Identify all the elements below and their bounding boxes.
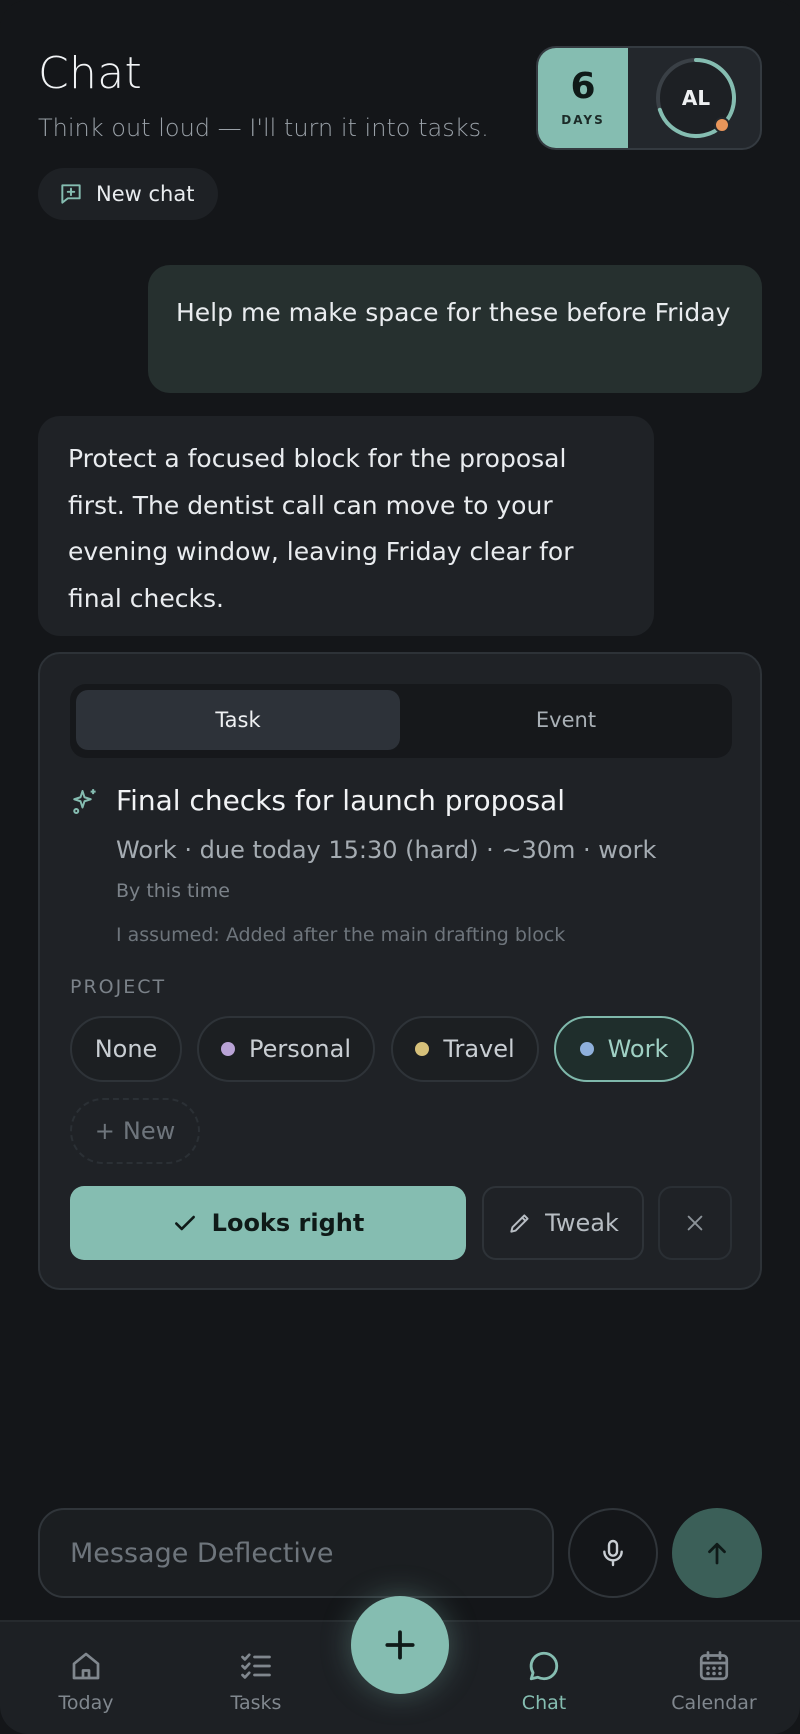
nav-chat[interactable]: Chat <box>484 1622 604 1734</box>
assumption-note: I assumed: Added after the main drafting… <box>116 924 566 946</box>
calendar-icon <box>699 1651 729 1681</box>
chat-bubble-icon <box>529 1651 559 1681</box>
project-chip-none[interactable]: None <box>70 1016 182 1082</box>
project-color-dot <box>415 1042 430 1056</box>
project-chip-label: Travel <box>443 1035 515 1063</box>
project-chip-label: None <box>94 1035 158 1063</box>
assistant-message: Protect a focused block for the proposal… <box>38 416 654 636</box>
new-chat-label: New chat <box>96 182 195 206</box>
new-project-label: New <box>122 1117 176 1145</box>
checklist-icon <box>241 1653 271 1679</box>
new-project-button[interactable]: + New <box>70 1098 200 1164</box>
avatar[interactable]: AL <box>648 50 744 146</box>
deadline-hint: By this time <box>116 880 230 902</box>
nav-label: Chat <box>521 1692 567 1714</box>
task-title: Final checks for launch proposal <box>116 784 565 817</box>
new-chat-button[interactable]: New chat <box>38 168 219 220</box>
project-chip-work[interactable]: Work <box>554 1016 694 1082</box>
pencil-icon <box>510 1214 529 1233</box>
streak-badge[interactable]: 6 DAYS <box>538 48 628 148</box>
task-proposal-card: Task Event Final checks for launch propo… <box>38 652 762 1290</box>
nav-tasks[interactable]: Tasks <box>196 1622 316 1734</box>
avatar-initials: AL <box>681 86 711 110</box>
streak-count: 6 <box>570 66 596 107</box>
project-chip-label: Personal <box>248 1035 352 1063</box>
send-button[interactable] <box>672 1508 762 1598</box>
tab-event[interactable]: Event <box>406 690 726 750</box>
tab-task[interactable]: Task <box>76 690 400 750</box>
streak-label: DAYS <box>561 113 605 127</box>
nav-label: Calendar <box>671 1692 757 1714</box>
tweak-button[interactable]: Tweak <box>482 1186 644 1260</box>
page-subtitle: Think out loud — I'll turn it into tasks… <box>38 114 489 142</box>
message-input[interactable]: Message Deflective <box>38 1508 554 1598</box>
dismiss-button[interactable] <box>658 1186 732 1260</box>
message-plus-icon <box>61 184 81 204</box>
home-icon <box>72 1652 100 1680</box>
project-chip-travel[interactable]: Travel <box>391 1016 539 1082</box>
user-message: Help me make space for these before Frid… <box>148 265 762 393</box>
close-icon <box>687 1215 703 1231</box>
project-label: PROJECT <box>70 976 167 998</box>
project-color-dot <box>220 1042 235 1056</box>
page-title: Chat <box>38 48 143 99</box>
project-color-dot <box>579 1042 594 1056</box>
plus-icon: + <box>94 1117 115 1145</box>
nav-label: Today <box>58 1692 114 1714</box>
streak-profile-widget[interactable]: 6 DAYS AL <box>536 46 762 150</box>
check-icon <box>174 1215 195 1231</box>
looks-right-button[interactable]: Looks right <box>70 1186 466 1260</box>
nav-label: Tasks <box>230 1692 282 1714</box>
sparkle-icon <box>73 789 96 814</box>
nav-calendar[interactable]: Calendar <box>654 1622 774 1734</box>
microphone-icon <box>603 1539 623 1567</box>
add-button[interactable] <box>351 1596 449 1694</box>
project-chip-label: Work <box>607 1035 669 1063</box>
project-chip-personal[interactable]: Personal <box>197 1016 375 1082</box>
plus-icon <box>385 1630 415 1660</box>
task-meta: Work · due today 15:30 (hard) · ~30m · w… <box>116 836 657 864</box>
task-event-toggle: Task Event <box>70 684 732 758</box>
chat-screen: Chat Think out loud — I'll turn it into … <box>0 0 800 1734</box>
microphone-button[interactable] <box>568 1508 658 1598</box>
looks-right-label: Looks right <box>211 1209 365 1237</box>
nav-today[interactable]: Today <box>26 1622 146 1734</box>
arrow-up-icon <box>708 1542 726 1565</box>
tweak-label: Tweak <box>545 1209 619 1237</box>
